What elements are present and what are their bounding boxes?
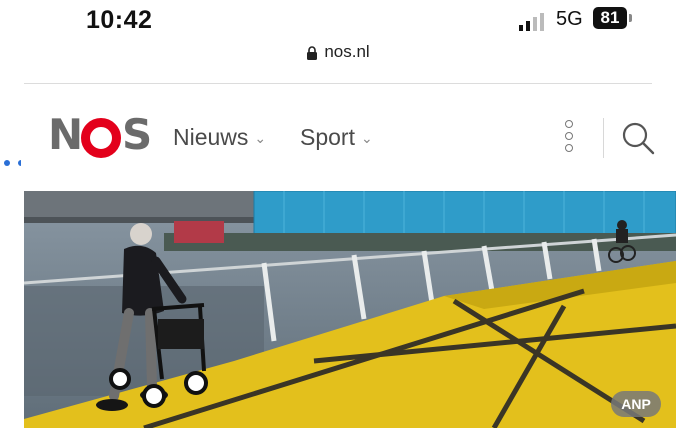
photo-credit-badge: ANP bbox=[611, 391, 661, 417]
hero-photo bbox=[24, 191, 676, 428]
chevron-down-icon: ⌄ bbox=[360, 130, 373, 146]
nav-item-label: Nieuws bbox=[173, 124, 249, 150]
lock-icon bbox=[307, 45, 318, 60]
hero-image[interactable] bbox=[24, 191, 676, 428]
search-icon[interactable] bbox=[620, 120, 656, 156]
logo-letter-s: S bbox=[122, 110, 152, 159]
nos-logo[interactable]: N S bbox=[48, 110, 152, 159]
nav-item-label: Sport bbox=[300, 124, 355, 150]
nav-item-sport[interactable]: Sport ⌄ bbox=[300, 124, 373, 151]
battery-icon: 81 bbox=[593, 7, 627, 29]
status-bar: 10:42 5G 81 bbox=[0, 0, 676, 40]
chevron-down-icon: ⌄ bbox=[254, 130, 267, 146]
network-type: 5G bbox=[556, 8, 583, 30]
address-bar[interactable]: nos.nl bbox=[0, 42, 676, 62]
signal-strength-icon bbox=[519, 13, 544, 31]
more-vertical-icon[interactable] bbox=[563, 120, 575, 158]
clock: 10:42 bbox=[86, 6, 153, 34]
page-indicator bbox=[2, 158, 24, 168]
divider bbox=[24, 83, 652, 84]
logo-letter-n: N bbox=[48, 110, 83, 159]
divider bbox=[603, 118, 604, 158]
logo-letter-o bbox=[81, 118, 121, 158]
url-text: nos.nl bbox=[324, 42, 370, 61]
battery-tip bbox=[629, 14, 632, 22]
nav-item-nieuws[interactable]: Nieuws ⌄ bbox=[173, 124, 266, 151]
